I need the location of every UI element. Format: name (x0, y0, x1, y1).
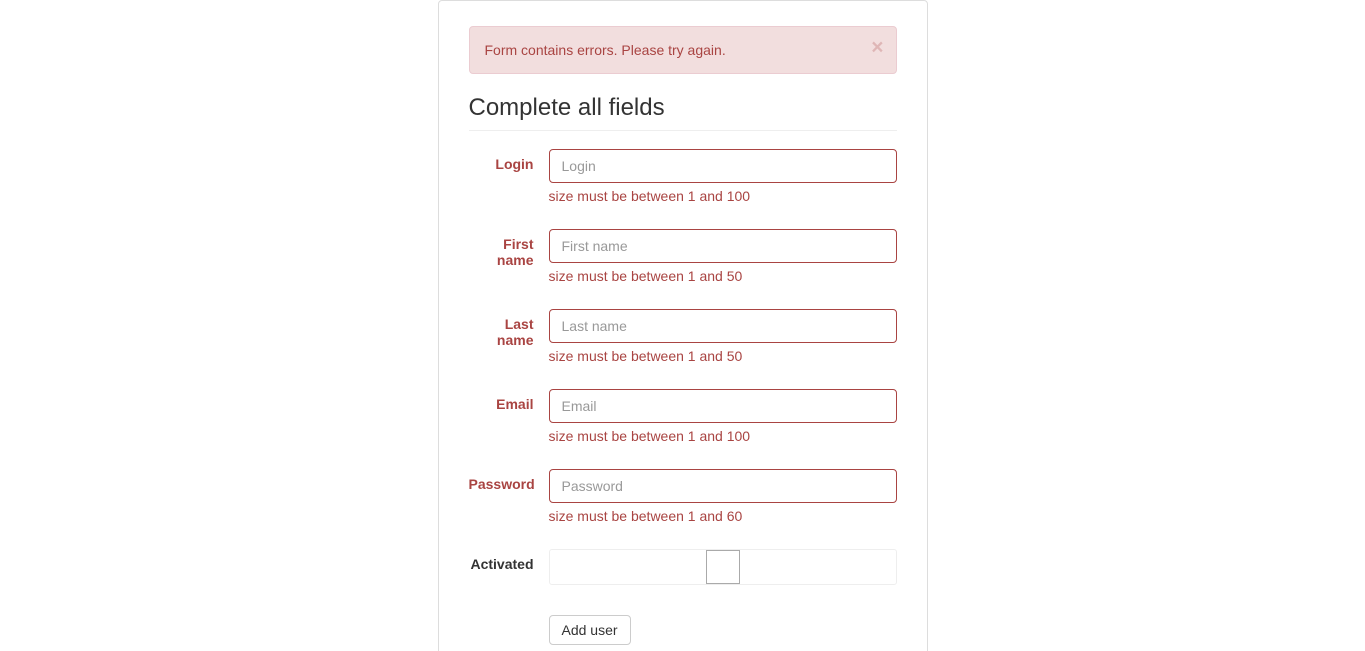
last-name-group: Last name size must be between 1 and 50 (469, 309, 897, 374)
email-label: Email (469, 389, 549, 454)
email-error: size must be between 1 and 100 (549, 428, 897, 444)
email-group: Email size must be between 1 and 100 (469, 389, 897, 454)
first-name-group: First name size must be between 1 and 50 (469, 229, 897, 294)
first-name-error: size must be between 1 and 50 (549, 268, 897, 284)
first-name-input[interactable] (549, 229, 897, 263)
add-user-button[interactable]: Add user (549, 615, 631, 645)
email-input[interactable] (549, 389, 897, 423)
last-name-label: Last name (469, 309, 549, 374)
login-input[interactable] (549, 149, 897, 183)
activated-label: Activated (469, 549, 549, 585)
first-name-label: First name (469, 229, 549, 294)
activated-group: Activated (469, 549, 897, 585)
close-icon[interactable]: × (871, 37, 883, 58)
login-label: Login (469, 149, 549, 214)
activated-checkbox[interactable] (706, 550, 740, 584)
form-heading: Complete all fields (469, 94, 897, 131)
last-name-input[interactable] (549, 309, 897, 343)
error-alert-message: Form contains errors. Please try again. (485, 42, 726, 58)
password-error: size must be between 1 and 60 (549, 508, 897, 524)
password-group: Password size must be between 1 and 60 (469, 469, 897, 534)
user-form: Login size must be between 1 and 100 Fir… (454, 149, 912, 645)
last-name-error: size must be between 1 and 50 (549, 348, 897, 364)
submit-group: Add user (469, 600, 897, 645)
error-alert: Form contains errors. Please try again. … (469, 26, 897, 74)
login-error: size must be between 1 and 100 (549, 188, 897, 204)
login-group: Login size must be between 1 and 100 (469, 149, 897, 214)
password-label: Password (469, 469, 549, 534)
password-input[interactable] (549, 469, 897, 503)
user-form-panel: Form contains errors. Please try again. … (438, 0, 928, 651)
activated-box (549, 549, 897, 585)
